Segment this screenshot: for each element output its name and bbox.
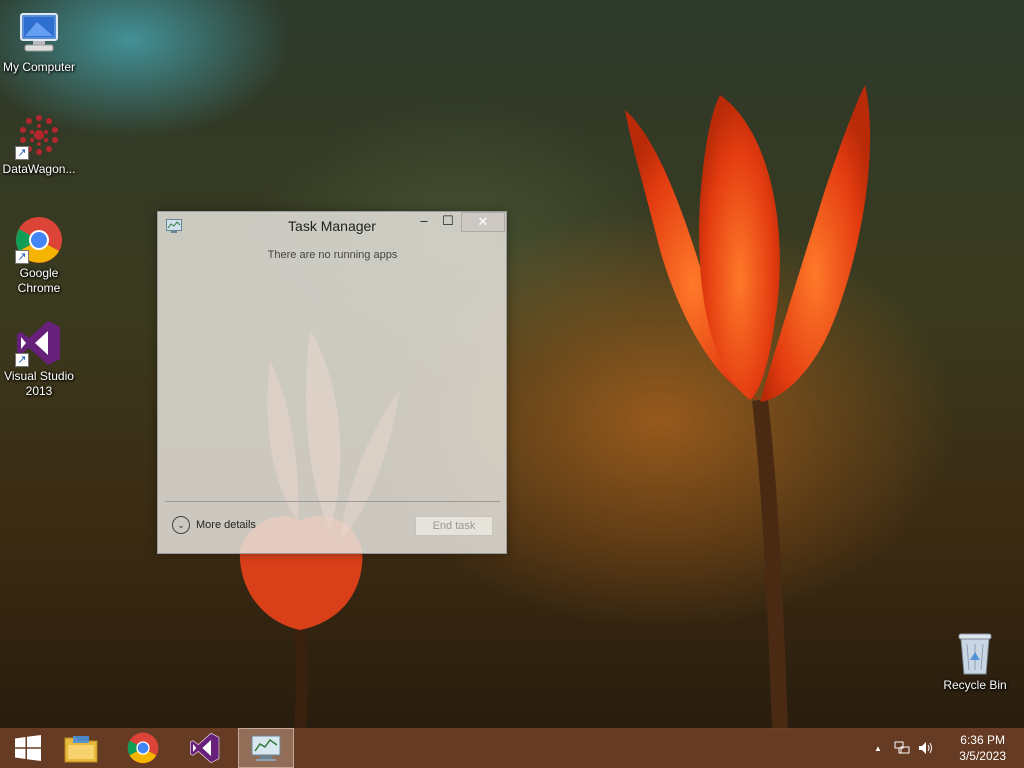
desktop-icon-label: Recycle Bin	[943, 678, 1007, 692]
clock-date: 3/5/2023	[959, 749, 1006, 763]
shortcut-arrow-icon: ↗	[15, 146, 29, 160]
desktop-icon-google-chrome[interactable]: ↗ Google Chrome	[0, 216, 79, 296]
window-footer: ⌄ More details End task	[158, 503, 506, 551]
more-details-label: More details	[196, 519, 256, 531]
more-details-button[interactable]: ⌄ More details	[172, 516, 256, 534]
windows-logo-icon	[15, 735, 41, 761]
volume-icon[interactable]	[918, 741, 934, 755]
file-explorer-icon	[64, 736, 98, 763]
network-icon[interactable]	[894, 741, 910, 755]
end-task-button[interactable]: End task	[415, 516, 493, 536]
task-manager-icon	[251, 735, 281, 761]
datawagon-icon: ↗	[15, 112, 63, 160]
visual-studio-icon	[190, 732, 220, 764]
taskbar-chrome[interactable]	[115, 728, 171, 768]
clock-time: 6:36 PM	[960, 733, 1005, 747]
chrome-icon	[127, 732, 159, 764]
task-manager-window[interactable]: Task Manager – ☐ ✕ There are no running …	[157, 211, 507, 554]
taskbar-task-manager[interactable]	[238, 728, 294, 768]
shortcut-arrow-icon: ↗	[15, 353, 29, 367]
clock[interactable]: 6:36 PM 3/5/2023	[959, 732, 1006, 764]
wallpaper-tulip-large	[625, 85, 871, 730]
computer-icon	[15, 10, 63, 58]
visual-studio-icon: ↗	[15, 319, 63, 367]
desktop-icon-datawagon[interactable]: ↗ DataWagon...	[0, 112, 79, 177]
recycle-bin-icon	[955, 630, 995, 676]
desktop-icon-label: Google Chrome	[17, 266, 61, 295]
start-button[interactable]	[0, 728, 56, 768]
shortcut-arrow-icon: ↗	[15, 250, 29, 264]
desktop-icon-visual-studio[interactable]: ↗ Visual Studio 2013	[0, 319, 79, 399]
taskbar-visual-studio[interactable]	[177, 728, 233, 768]
taskbar: ▲ 6:36 PM 3/5/2023	[0, 728, 1024, 768]
maximize-button[interactable]: ☐	[438, 212, 458, 232]
system-tray: ▲	[874, 728, 934, 768]
minimize-button[interactable]: –	[414, 212, 434, 232]
desktop-icon-label: DataWagon...	[2, 162, 76, 176]
title-bar[interactable]: Task Manager – ☐ ✕	[158, 212, 506, 240]
close-button[interactable]: ✕	[461, 212, 505, 232]
desktop-icon-my-computer[interactable]: My Computer	[0, 10, 79, 75]
app-list: There are no running apps	[165, 240, 500, 502]
taskbar-file-explorer[interactable]	[53, 728, 109, 768]
show-hidden-icons-button[interactable]: ▲	[874, 744, 882, 753]
chrome-icon: ↗	[15, 216, 63, 264]
desktop-icon-recycle-bin[interactable]: Recycle Bin	[935, 630, 1015, 693]
empty-message: There are no running apps	[267, 249, 398, 261]
desktop-icon-label: Visual Studio 2013	[4, 369, 74, 398]
chevron-down-icon: ⌄	[172, 516, 190, 534]
desktop-icon-label: My Computer	[2, 60, 76, 74]
